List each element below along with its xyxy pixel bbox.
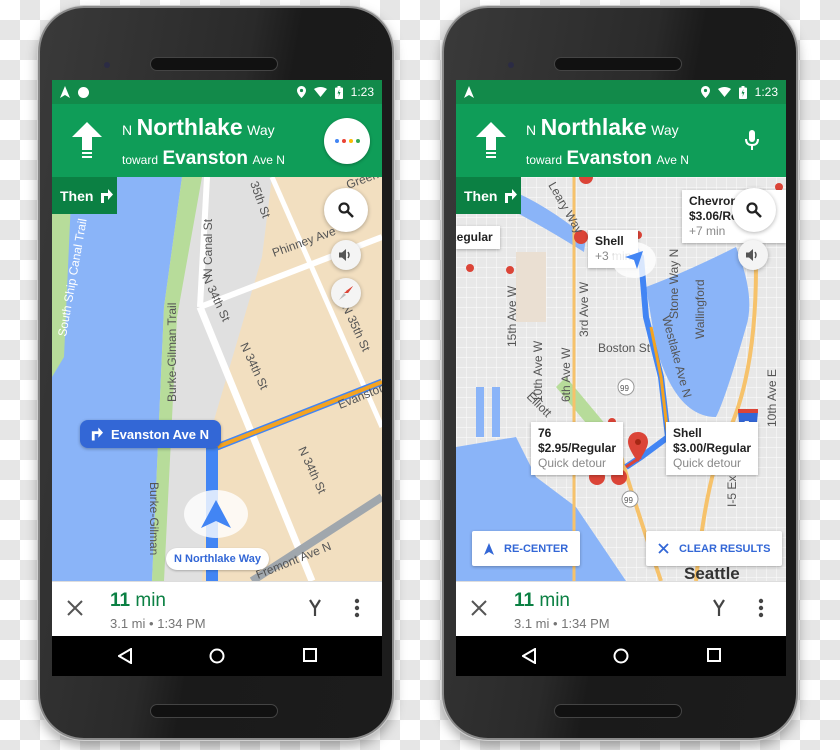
current-street-chip: N Northlake Way	[166, 548, 270, 570]
then-turn-indicator: Then	[52, 177, 117, 214]
navigation-header[interactable]: N Northlake Way toward Evanston Ave N	[52, 104, 382, 177]
bottom-speaker	[554, 704, 682, 718]
location-pin-icon	[700, 86, 710, 98]
clock: 1:23	[754, 85, 778, 99]
navigation-header[interactable]: N Northlake Way toward Evanston Ave N	[456, 104, 786, 177]
back-icon[interactable]	[522, 648, 536, 664]
volume-icon	[339, 249, 350, 261]
compass-icon	[339, 286, 353, 300]
more-options-icon[interactable]	[758, 598, 764, 618]
location-pin-icon	[296, 86, 306, 98]
recents-icon[interactable]	[707, 648, 721, 662]
back-icon[interactable]	[118, 648, 132, 664]
compass-button[interactable]	[331, 278, 361, 308]
assistant-dot-yellow	[348, 139, 353, 143]
straight-arrow-icon	[72, 122, 102, 158]
battery-icon	[334, 85, 343, 99]
poi-card-shell-south[interactable]: Shell $3.00/Regular Quick detour	[666, 422, 759, 475]
map-label-stone-way: Stone Way N	[667, 249, 681, 319]
alternate-routes-icon[interactable]	[308, 599, 322, 617]
navigation-icon	[464, 86, 474, 98]
earpiece-speaker	[150, 57, 278, 71]
map-label-3rd: 3rd Ave W	[577, 281, 591, 337]
selected-pin-icon[interactable]	[628, 432, 648, 462]
system-navigation-bar	[52, 636, 382, 676]
assistant-dot-blue	[334, 139, 339, 143]
trip-details: 3.1 mi • 1:34 PM	[514, 616, 610, 631]
map-label-seattle: Seattle	[684, 564, 740, 581]
recenter-button[interactable]: RE-CENTER	[472, 531, 581, 566]
turn-right-icon	[91, 427, 103, 441]
map-label-6th: 6th Ave W	[559, 347, 573, 402]
straight-arrow-icon	[476, 122, 506, 158]
volume-button[interactable]	[738, 240, 768, 270]
poi-card-partial[interactable]: Regular	[456, 226, 500, 249]
map-label-canal-st: N Canal St	[201, 218, 215, 277]
google-assistant-button[interactable]	[324, 118, 370, 164]
map-label-burke-gilman: Burke-Gilman Trail	[165, 303, 179, 402]
turn-right-icon	[505, 188, 518, 203]
battery-icon	[738, 85, 747, 99]
front-camera	[104, 62, 110, 68]
map-label-burke-gilman-2: Burke-Gilman	[147, 482, 161, 555]
volume-icon	[746, 249, 757, 261]
navigation-arrow-icon	[625, 251, 643, 269]
assistant-dot-green	[355, 139, 360, 143]
current-street: N Northlake Way	[122, 114, 275, 140]
map-label-boston: Boston St	[598, 341, 651, 355]
map-label-10th-e: 10th Ave E	[765, 369, 779, 427]
volume-button[interactable]	[331, 240, 361, 270]
close-icon[interactable]	[470, 599, 488, 617]
front-camera	[508, 62, 514, 68]
status-bar: 1:23	[52, 80, 382, 104]
location-puck	[184, 490, 248, 538]
poi-card-76[interactable]: 76 $2.95/Regular Quick detour	[531, 422, 624, 475]
toward-street: toward Evanston Ave N	[122, 148, 285, 169]
bottom-speaker	[150, 704, 278, 718]
navigation-arrow-icon	[201, 500, 231, 528]
toward-street: toward Evanston Ave N	[526, 148, 689, 169]
close-icon	[658, 543, 669, 554]
map-label-wallingford: Wallingford	[693, 279, 707, 339]
alternate-routes-icon[interactable]	[712, 599, 726, 617]
system-navigation-bar	[456, 636, 786, 676]
status-bar: 1:23	[456, 80, 786, 104]
clock: 1:23	[350, 85, 374, 99]
map-label-15th: 15th Ave W	[505, 285, 519, 347]
microphone-icon[interactable]	[744, 130, 760, 152]
home-icon[interactable]	[613, 648, 629, 664]
phone-right: 1:23 N Northlake Way toward Evanston Ave…	[442, 6, 798, 740]
trip-details: 3.1 mi • 1:34 PM	[110, 616, 206, 631]
screen: 1:23 N Northlake Way toward Evanston Ave…	[456, 80, 786, 676]
location-puck	[612, 242, 656, 278]
eta: 11 min	[110, 590, 166, 611]
close-icon[interactable]	[66, 599, 84, 617]
search-icon	[338, 202, 354, 218]
search-icon	[746, 202, 762, 218]
clear-results-button[interactable]: CLEAR RESULTS	[646, 531, 783, 566]
turn-right-icon	[101, 188, 114, 203]
navigation-arrow-icon	[484, 542, 494, 555]
eta: 11 min	[514, 590, 570, 611]
phone-left: 1:23 N Northlake Way toward Evanston Ave…	[38, 6, 394, 740]
navigation-icon	[60, 86, 70, 98]
circle-icon	[78, 86, 89, 98]
shield-99-a: 99	[620, 384, 629, 393]
wifi-icon	[717, 87, 731, 97]
search-button[interactable]	[324, 188, 368, 232]
earpiece-speaker	[554, 57, 682, 71]
current-street: N Northlake Way	[526, 114, 679, 140]
recents-icon[interactable]	[303, 648, 317, 662]
trip-summary-bar[interactable]: 11 min 3.1 mi • 1:34 PM	[52, 581, 382, 636]
search-button[interactable]	[732, 188, 776, 232]
screen: 1:23 N Northlake Way toward Evanston Ave…	[52, 80, 382, 676]
trip-summary-bar[interactable]: 11 min 3.1 mi • 1:34 PM	[456, 581, 786, 636]
wifi-icon	[313, 87, 327, 97]
assistant-dot-red	[341, 139, 346, 143]
home-icon[interactable]	[209, 648, 225, 664]
more-options-icon[interactable]	[354, 598, 360, 618]
then-turn-indicator: Then	[456, 177, 521, 214]
shield-99-b: 99	[624, 496, 633, 505]
next-turn-bubble: Evanston Ave N	[80, 420, 222, 448]
